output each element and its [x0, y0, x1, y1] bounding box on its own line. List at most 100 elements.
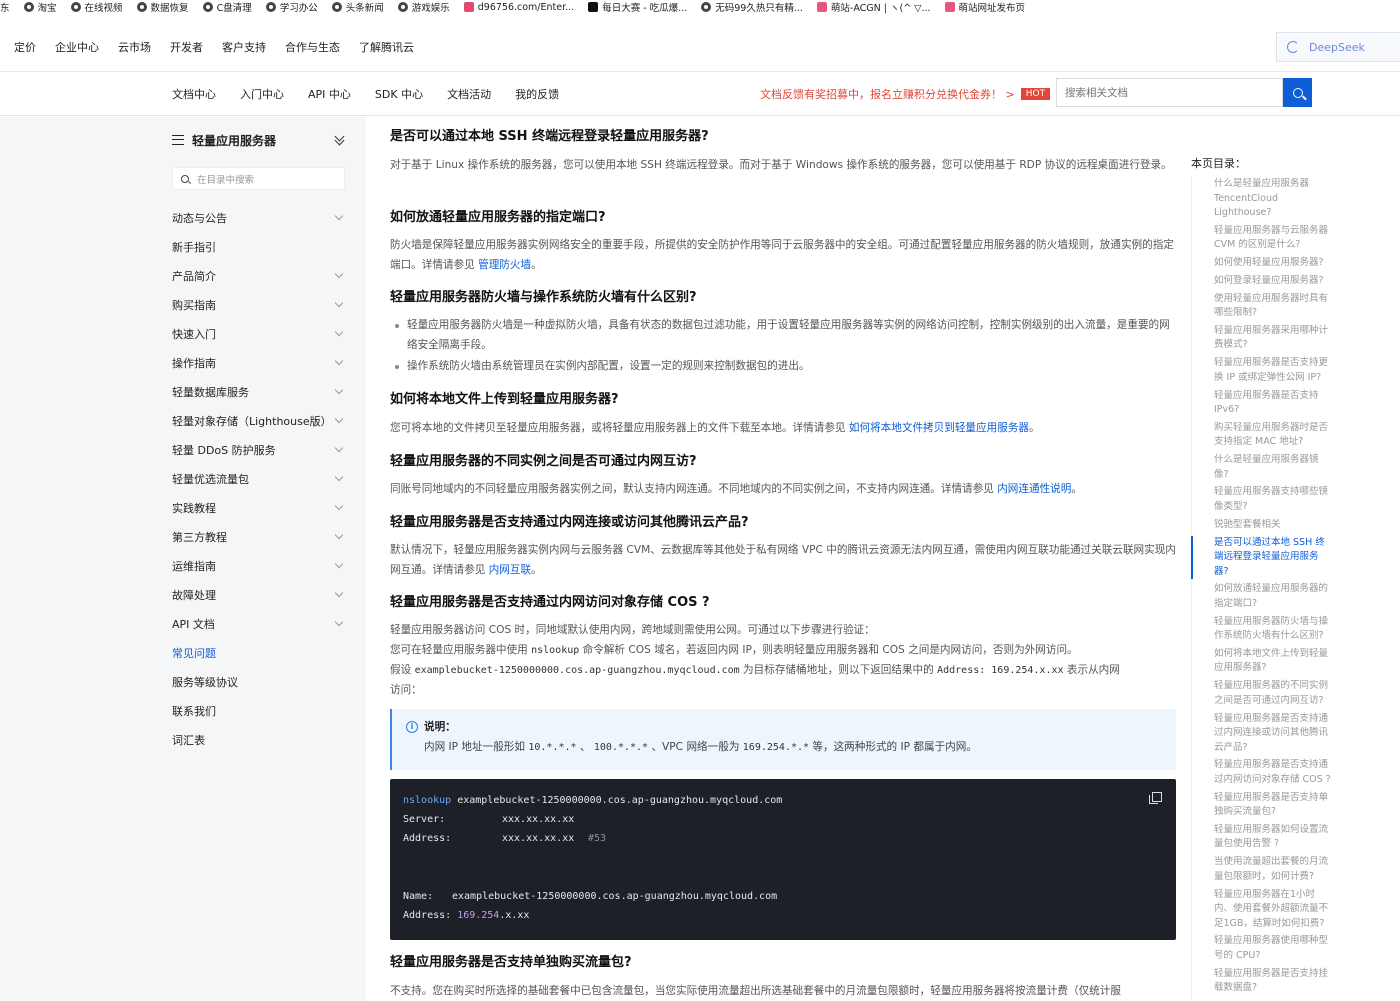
topnav-about[interactable]: 了解腾讯云 [359, 39, 414, 55]
toc-item[interactable]: 购买轻量应用服务器时是否支持指定 MAC 地址? [1192, 421, 1331, 450]
bookmark-item[interactable]: 无码99久热只有精... [701, 0, 803, 14]
toc-item[interactable]: 什么是轻量应用服务器镜像? [1192, 453, 1331, 482]
chevron-down-icon[interactable] [334, 327, 344, 337]
topnav-support[interactable]: 客户支持 [222, 39, 266, 55]
toc-item[interactable]: 轻量应用服务器是否支持通过内网访问对象存储 COS ? [1192, 758, 1331, 787]
sidebar-item[interactable]: 快速入门 [172, 319, 348, 348]
site-icon [816, 2, 827, 12]
chevron-down-icon[interactable] [334, 385, 344, 395]
link-copy-files[interactable]: 如何将本地文件拷贝到轻量应用服务器 [849, 422, 1029, 434]
sidebar-item[interactable]: 运维指南 [172, 551, 348, 580]
tab-getting-started[interactable]: 入门中心 [240, 86, 284, 102]
sidebar-item[interactable]: 动态与公告 [172, 203, 348, 232]
sidebar-item[interactable]: 故障处理 [172, 580, 348, 609]
sidebar-list: 动态与公告 新手指引 产品简介 购买指南 快速入门 操作指南 轻量数据库服务 轻量对象存储（L… [172, 203, 348, 754]
sidebar-item[interactable]: 轻量优选流量包 [172, 464, 348, 493]
toc-item[interactable]: 是否可以通过本地 SSH 终端远程登录轻量应用服务器? [1191, 535, 1331, 580]
bookmark-item[interactable]: d96756.com/Enter... [463, 0, 574, 14]
toc-item[interactable]: 轻量应用服务器是否支持更换 IP 或绑定弹性公网 IP? [1192, 356, 1331, 385]
toc-item[interactable]: 如何登录轻量应用服务器? [1192, 274, 1331, 289]
sidebar-item[interactable]: 轻量对象存储（Lighthouse版） [172, 406, 348, 435]
chevron-down-icon[interactable] [334, 472, 344, 482]
deepseek-button[interactable]: DeepSeek [1276, 32, 1400, 62]
topnav-partners[interactable]: 合作与生态 [285, 39, 340, 55]
toc-item[interactable]: 如何将本地文件上传到轻量应用服务器? [1192, 647, 1331, 676]
tab-my-feedback[interactable]: 我的反馈 [515, 86, 559, 102]
menu-icon[interactable] [172, 135, 184, 145]
tab-sdk-center[interactable]: SDK 中心 [375, 86, 423, 102]
bookmark-item[interactable]: 萌站-ACGN | ヽ(^ ▽... [816, 0, 931, 14]
toc-item[interactable]: 轻量应用服务器与云服务器 CVM 的区别是什么? [1192, 224, 1331, 253]
sidebar-item[interactable]: 轻量 DDoS 防护服务 [172, 435, 348, 464]
copy-icon[interactable] [1149, 792, 1162, 804]
toc-item[interactable]: 什么是轻量应用服务器 TencentCloud Lighthouse? [1192, 177, 1331, 221]
toc-item[interactable]: 轻量应用服务器是否支持单独购买流量包? [1192, 791, 1331, 820]
sidebar-search-input[interactable]: 在目录中搜索 [172, 167, 345, 190]
sidebar-item[interactable]: 联系我们 [172, 696, 348, 725]
doc-search-input[interactable] [1056, 78, 1283, 107]
collapse-icon[interactable] [334, 133, 344, 145]
chevron-down-icon[interactable] [334, 443, 344, 453]
chevron-down-icon[interactable] [334, 559, 344, 569]
topnav-enterprise[interactable]: 企业中心 [55, 39, 99, 55]
bookmark-item[interactable]: 学习办公 [265, 0, 318, 14]
sidebar-item[interactable]: 服务等级协议 [172, 667, 348, 696]
sidebar-item[interactable]: 实践教程 [172, 493, 348, 522]
link-intranet-interconnect[interactable]: 内网互联 [489, 564, 531, 576]
sidebar-item[interactable]: API 文档 [172, 609, 348, 638]
chevron-down-icon[interactable] [334, 356, 344, 366]
toc-item[interactable]: 如何放通轻量应用服务器的指定端口? [1192, 582, 1331, 611]
toc-item[interactable]: 轻量应用服务器的不同实例之间是否可通过内网互访? [1192, 679, 1331, 708]
sidebar-item[interactable]: 常见问题 [172, 638, 348, 667]
link-manage-firewall[interactable]: 管理防火墙 [478, 259, 531, 271]
chevron-down-icon[interactable] [334, 298, 344, 308]
bookmark-item[interactable]: 在线视频 [70, 0, 123, 14]
sidebar-item[interactable]: 产品简介 [172, 261, 348, 290]
toc-item[interactable]: 轻量应用服务器防火墙与操作系统防火墙有什么区别? [1192, 615, 1331, 644]
sidebar-item[interactable]: 新手指引 [172, 232, 348, 261]
chevron-down-icon[interactable] [334, 530, 344, 540]
bookmark-item[interactable]: 游戏娱乐 [397, 0, 450, 14]
sidebar-item[interactable]: 购买指南 [172, 290, 348, 319]
chevron-down-icon[interactable] [334, 501, 344, 511]
bookmark-item[interactable]: 数据恢复 [136, 0, 189, 14]
chevron-down-icon[interactable] [334, 269, 344, 279]
topnav-developer[interactable]: 开发者 [170, 39, 203, 55]
promo-link[interactable]: 文档反馈有奖招募中，报名立赚积分兑换代金券！ > HOT [760, 86, 1051, 102]
link-intranet-connectivity[interactable]: 内网连通性说明 [997, 483, 1071, 495]
tab-api-center[interactable]: API 中心 [308, 86, 351, 102]
toc-item[interactable]: 轻量应用服务器是否支持通过内网连接或访问其他腾讯云产品? [1192, 712, 1331, 756]
topnav-marketplace[interactable]: 云市场 [118, 39, 151, 55]
tab-doc-center[interactable]: 文档中心 [172, 86, 216, 102]
toc-item[interactable]: 轻量应用服务器是否支持 IPv6? [1192, 389, 1331, 418]
bookmark-item[interactable]: 淘宝 [23, 0, 57, 14]
toc-item[interactable]: 当使用流量超出套餐的月流量包限额时，如何计费? [1192, 855, 1331, 884]
sidebar-item[interactable]: 词汇表 [172, 725, 348, 754]
paragraph-cos-access-2: 您可在轻量应用服务器中使用 nslookup 命令解析 COS 域名，若返回内网… [390, 641, 1176, 661]
sidebar-item[interactable]: 操作指南 [172, 348, 348, 377]
chevron-down-icon[interactable] [334, 617, 344, 627]
toc-item[interactable]: 轻量应用服务器是否支持挂载数据盘? [1192, 967, 1331, 996]
chevron-down-icon[interactable] [334, 211, 344, 221]
bookmark-item[interactable]: C盘清理 [202, 0, 252, 14]
sidebar-item[interactable]: 轻量数据库服务 [172, 377, 348, 406]
bookmark-item[interactable]: 每日大赛 - 吃瓜爆... [588, 0, 687, 14]
chevron-down-icon[interactable] [334, 588, 344, 598]
bookmark-item[interactable]: 东 [0, 0, 10, 14]
toc-item[interactable]: 轻量应用服务器使用哪种型号的 CPU? [1192, 934, 1331, 963]
toc-item[interactable]: 锐驰型套餐相关 [1192, 518, 1331, 533]
toc-item[interactable]: 轻量应用服务器支持哪些镜像类型? [1192, 485, 1331, 514]
toc-item[interactable]: 轻量应用服务器采用哪种计费模式? [1192, 324, 1331, 353]
topnav-pricing[interactable]: 定价 [14, 39, 36, 55]
tab-doc-events[interactable]: 文档活动 [447, 86, 491, 102]
bookmark-item[interactable]: 萌站网址发布页 [944, 0, 1025, 14]
search-button[interactable] [1283, 78, 1312, 107]
paragraph-cos-access-3: 假设 examplebucket-1250000000.cos.ap-guang… [390, 661, 1176, 681]
sidebar-item[interactable]: 第三方教程 [172, 522, 348, 551]
toc-item[interactable]: 轻量应用服务器如何设置流量包使用告警 ? [1192, 823, 1331, 852]
toc-item[interactable]: 使用轻量应用服务器时具有哪些限制? [1192, 292, 1331, 321]
chevron-down-icon[interactable] [334, 414, 344, 424]
toc-item[interactable]: 如何使用轻量应用服务器? [1192, 256, 1331, 271]
toc-item[interactable]: 轻量应用服务器在1小时内、使用套餐外超额流量不足1GB，结算时如何扣费? [1192, 888, 1331, 932]
bookmark-item[interactable]: 头条新闻 [331, 0, 384, 14]
